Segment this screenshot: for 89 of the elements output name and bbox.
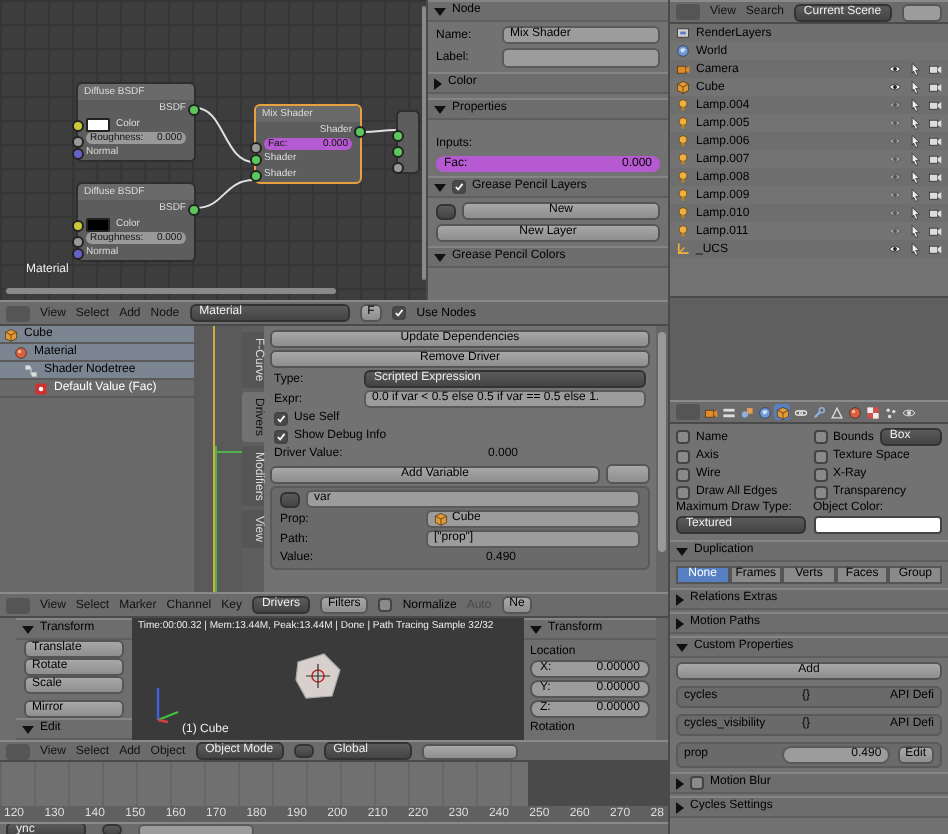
eye-icon[interactable] xyxy=(888,242,902,256)
scrollbar[interactable] xyxy=(658,332,666,552)
camera-icon[interactable] xyxy=(928,98,942,112)
lamp-icon xyxy=(676,188,690,202)
checkbox[interactable] xyxy=(274,429,288,443)
expanded-arrow-icon xyxy=(530,625,542,633)
checkbox[interactable] xyxy=(392,306,407,320)
camera-icon[interactable] xyxy=(928,152,942,166)
camera-icon[interactable] xyxy=(928,116,942,130)
camera-icon[interactable] xyxy=(928,62,942,76)
lamp-icon xyxy=(676,206,690,220)
properties-tab[interactable] xyxy=(900,404,916,420)
shapes-icon xyxy=(739,405,753,419)
node[interactable] xyxy=(396,110,420,174)
properties-tab[interactable] xyxy=(774,404,790,420)
lamp-icon xyxy=(676,152,690,166)
search-field[interactable] xyxy=(901,3,942,21)
checkbox[interactable] xyxy=(274,411,288,425)
cube-icon xyxy=(775,405,789,419)
checkbox[interactable] xyxy=(813,467,827,481)
checkbox[interactable] xyxy=(378,598,393,612)
cube-drawing xyxy=(292,650,344,702)
axes-gizmo-icon xyxy=(152,684,180,724)
globe-icon xyxy=(676,44,690,58)
camera-icon[interactable] xyxy=(928,170,942,184)
lamp-icon xyxy=(676,170,690,184)
properties-tab[interactable] xyxy=(738,404,754,420)
triangle-icon xyxy=(829,405,843,419)
checkbox[interactable] xyxy=(676,430,690,444)
driver-icon xyxy=(34,381,48,395)
globe-icon xyxy=(757,405,771,419)
camera-icon[interactable] xyxy=(928,188,942,202)
camera-icon[interactable] xyxy=(928,206,942,220)
layers-icon xyxy=(721,405,735,419)
color-swatch[interactable] xyxy=(86,117,110,131)
dots-icon xyxy=(883,405,897,419)
eye-icon[interactable] xyxy=(888,62,902,76)
camera-icon[interactable] xyxy=(928,224,942,238)
camera-icon[interactable] xyxy=(928,134,942,148)
checkbox[interactable] xyxy=(813,449,827,463)
checker-icon xyxy=(865,405,879,419)
checkbox[interactable] xyxy=(452,180,466,194)
checkbox[interactable] xyxy=(676,449,690,463)
camera-icon xyxy=(703,405,717,419)
lamp-icon xyxy=(676,224,690,238)
cube-icon xyxy=(434,512,448,526)
cube-icon xyxy=(676,80,690,94)
axes-icon xyxy=(676,242,690,256)
node-link xyxy=(195,107,255,163)
lamp-icon xyxy=(676,116,690,130)
wrench-icon xyxy=(811,405,825,419)
checkbox[interactable] xyxy=(690,776,704,790)
properties-tab[interactable] xyxy=(846,404,862,420)
color-field[interactable] xyxy=(813,516,942,534)
properties-tab[interactable] xyxy=(810,404,826,420)
node-link xyxy=(195,179,255,209)
color-swatch[interactable] xyxy=(86,217,110,231)
socket-icon[interactable] xyxy=(354,126,366,138)
lamp-icon xyxy=(676,98,690,112)
node-link xyxy=(361,129,397,133)
graph-area[interactable] xyxy=(194,326,242,592)
orbit-icon xyxy=(901,405,915,419)
sphere-icon xyxy=(847,405,861,419)
scrollbar[interactable] xyxy=(422,6,426,280)
properties-tab[interactable] xyxy=(882,404,898,420)
keying-set-field[interactable] xyxy=(138,824,254,834)
properties-tab[interactable] xyxy=(720,404,736,420)
cube-icon xyxy=(4,327,18,341)
properties-tab[interactable] xyxy=(756,404,772,420)
render-layers-icon xyxy=(676,26,690,40)
node-tree-icon xyxy=(24,363,38,377)
scrollbar[interactable] xyxy=(6,288,336,294)
eye-icon[interactable] xyxy=(888,80,902,94)
socket-icon[interactable] xyxy=(188,104,200,116)
properties-tab[interactable] xyxy=(792,404,808,420)
checkbox[interactable] xyxy=(676,485,690,499)
label-field[interactable] xyxy=(502,48,660,68)
chain-icon xyxy=(793,405,807,419)
checkbox[interactable] xyxy=(676,467,690,481)
properties-tab[interactable] xyxy=(864,404,880,420)
camera-icon[interactable] xyxy=(928,80,942,94)
checkbox[interactable] xyxy=(813,485,827,499)
lamp-icon xyxy=(676,134,690,148)
camera-icon[interactable] xyxy=(928,242,942,256)
sphere-icon xyxy=(14,345,28,359)
camera-icon xyxy=(676,62,690,76)
properties-tab[interactable] xyxy=(702,404,718,420)
socket-icon[interactable] xyxy=(188,204,200,216)
checkbox[interactable] xyxy=(813,430,827,444)
